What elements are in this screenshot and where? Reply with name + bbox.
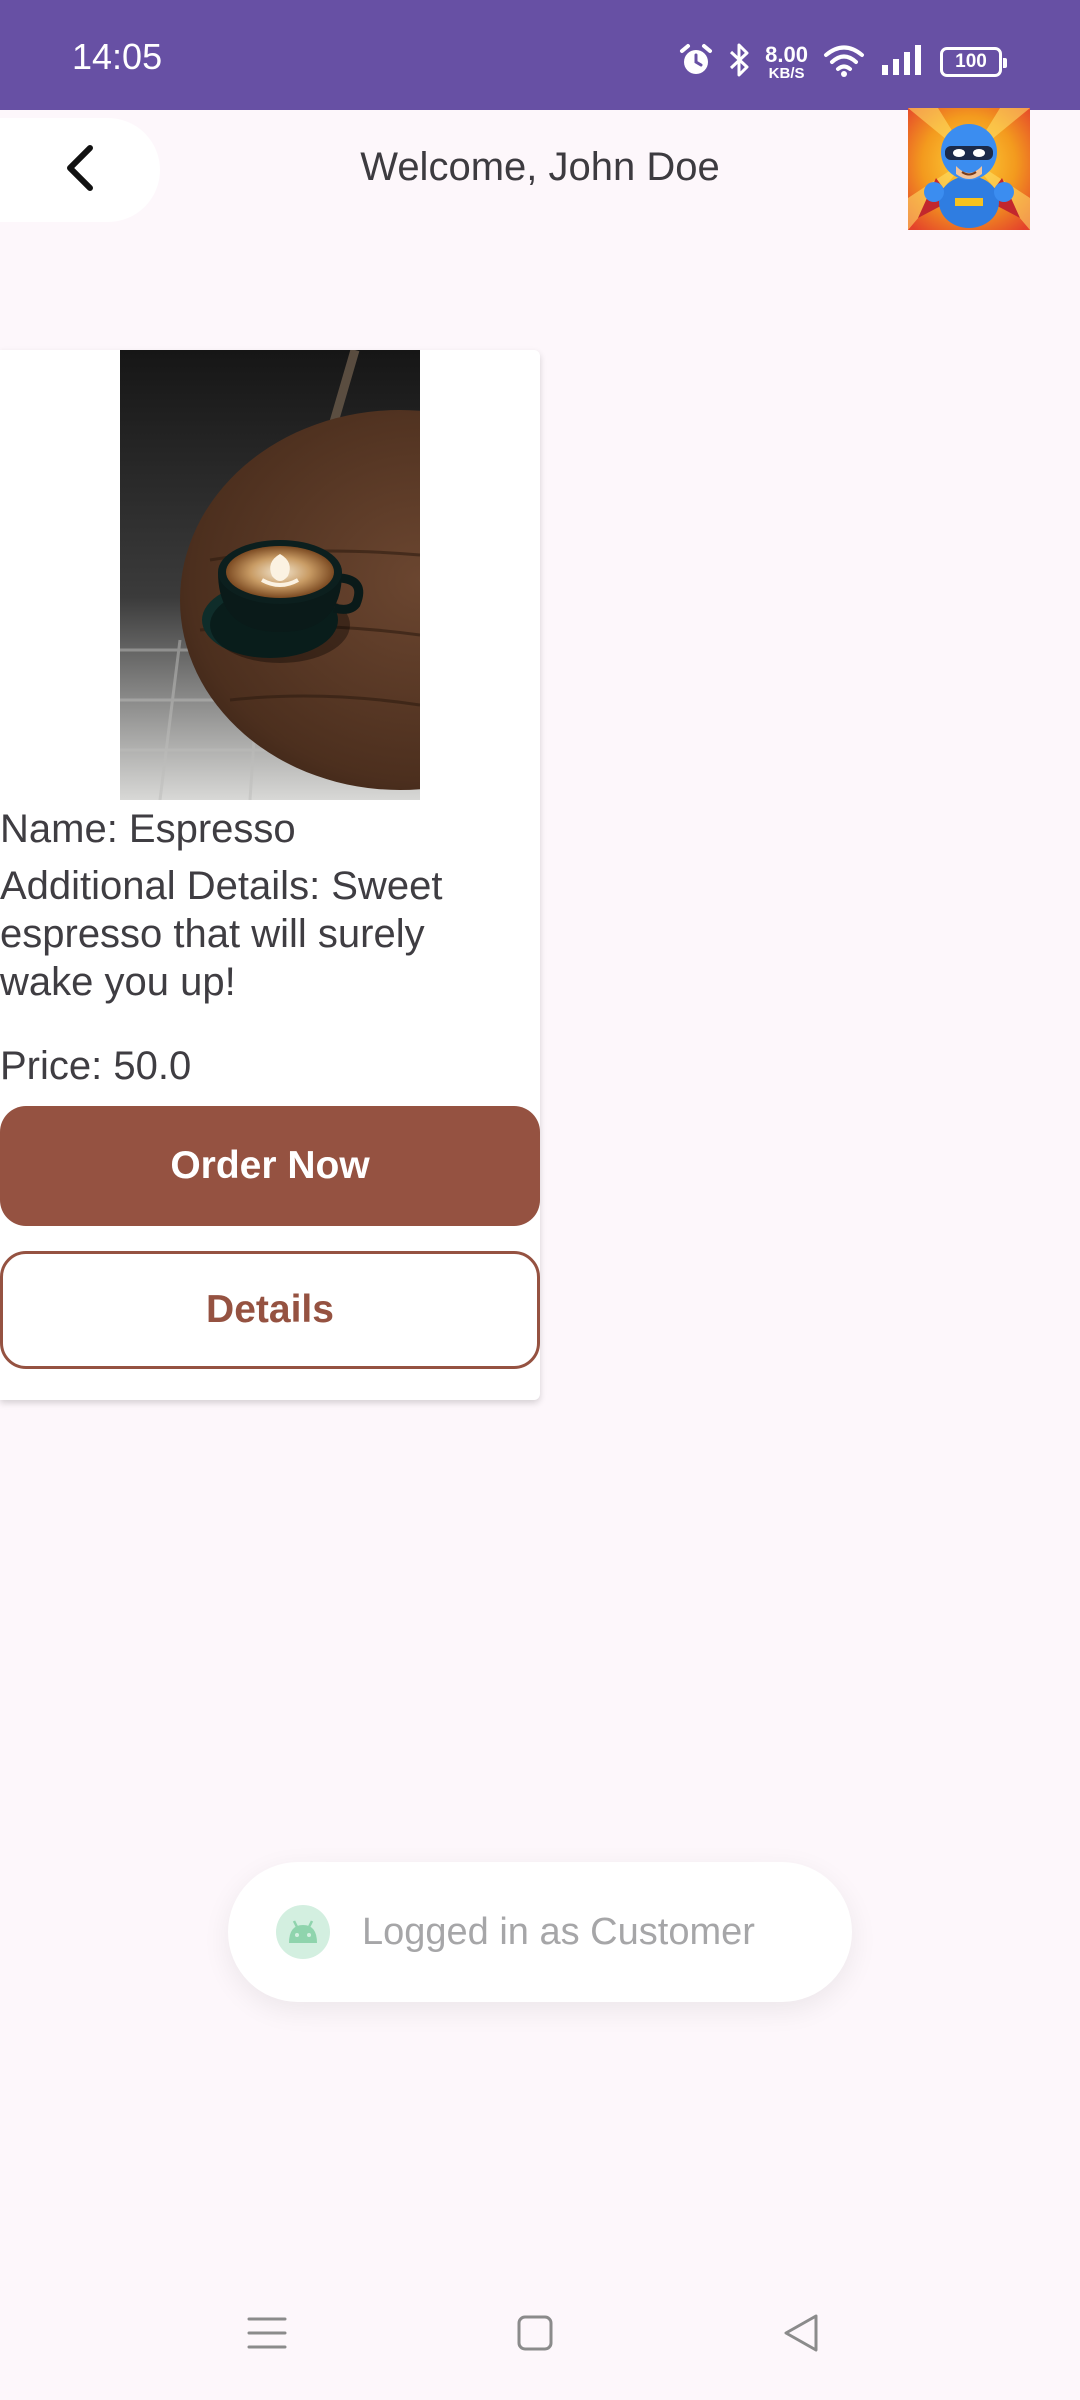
menu-icon (247, 2315, 287, 2356)
back-arrow-icon (62, 144, 98, 197)
signal-icon (880, 43, 926, 82)
home-button[interactable] (490, 2290, 580, 2380)
wifi-icon (822, 42, 866, 83)
status-bar: 14:05 8.00 KB/S 100 (0, 0, 1080, 110)
details-button[interactable]: Details (0, 1251, 540, 1369)
product-price: Price: 50.0 (0, 1044, 192, 1088)
product-card[interactable]: Name: Espresso Additional Details: Sweet… (0, 350, 540, 1400)
bluetooth-icon (727, 42, 751, 83)
back-button[interactable] (0, 118, 160, 222)
back-icon (782, 2313, 820, 2358)
product-image (120, 350, 420, 800)
android-icon (276, 1905, 330, 1959)
toast-message: Logged in as Customer (362, 1910, 755, 1953)
battery-icon: 100 (940, 47, 1007, 77)
screen: 14:05 8.00 KB/S 100 Welcome, John Doe Na… (0, 0, 1080, 2400)
product-name: Name: Espresso (0, 807, 296, 851)
order-now-button[interactable]: Order Now (0, 1106, 540, 1226)
navigation-bar (0, 2270, 1080, 2400)
network-speed-value: 8.00 (765, 41, 808, 67)
system-back-button[interactable] (756, 2290, 846, 2380)
alarm-icon (679, 43, 713, 82)
status-icons: 8.00 KB/S 100 (679, 32, 1007, 92)
network-speed-unit: KB/S (768, 64, 805, 82)
status-time: 14:05 (72, 36, 163, 77)
home-icon (516, 2314, 554, 2357)
welcome-title: Welcome, John Doe (360, 145, 720, 189)
menu-button[interactable] (222, 2290, 312, 2380)
network-speed: 8.00 KB/S (765, 41, 808, 82)
product-details: Additional Details: Sweet espresso that … (0, 864, 443, 1004)
avatar[interactable] (908, 108, 1030, 230)
toast: Logged in as Customer (228, 1862, 852, 2002)
